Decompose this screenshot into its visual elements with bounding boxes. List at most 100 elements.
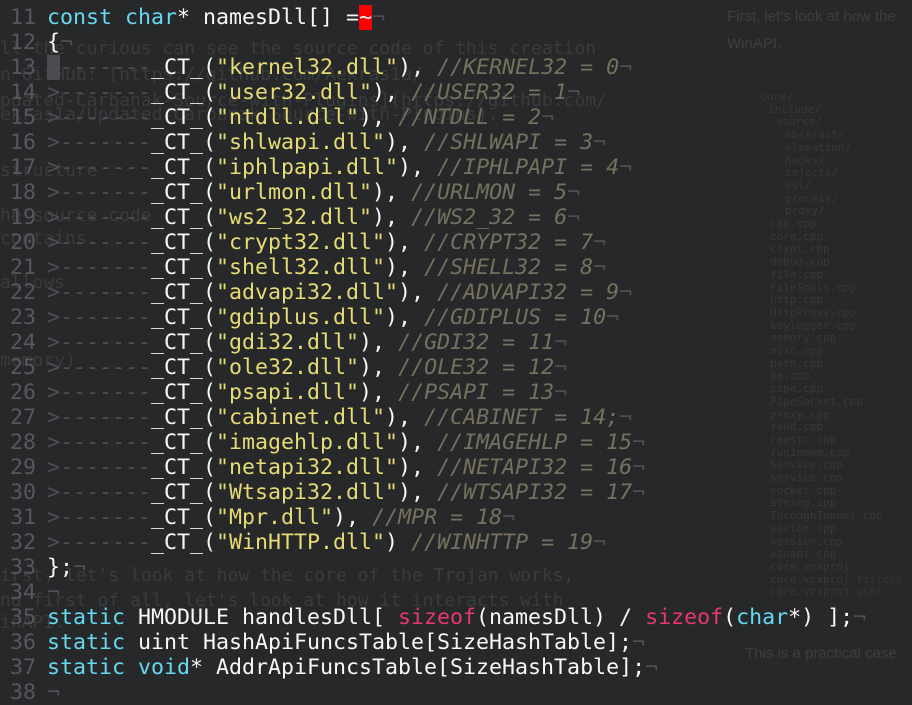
code-token: HMODULE handlesDll[ — [125, 605, 399, 630]
comment-token: //IPHLPAPI = 4 — [437, 155, 620, 180]
line-number: 31 — [9, 505, 36, 530]
line-number: 18 — [9, 180, 36, 205]
line-number: 38 — [9, 680, 36, 705]
comment-token: //GDIPLUS = 10 — [424, 305, 607, 330]
line-number: 28 — [9, 430, 36, 455]
code-token: _CT_( — [151, 155, 217, 180]
code-line: 14 >------- _CT_("user32.dll"), //USER32 =… — [0, 80, 866, 105]
code-line: 23 >------- _CT_("gdiplus.dll"), //GDIPLUS… — [0, 305, 866, 330]
code-token: ), — [385, 255, 425, 280]
tab-marker: >------- — [47, 230, 152, 255]
code-token: }; — [47, 555, 74, 580]
line-number: 33 — [9, 555, 36, 580]
code-token: ), — [385, 130, 425, 155]
tab-marker: >------- — [47, 505, 152, 530]
comment-token: //MPR = 18 — [372, 505, 503, 530]
string-token: "WinHTTP.dll" — [216, 530, 386, 555]
eol-marker: ¬ — [554, 330, 568, 355]
tab-marker: >------- — [47, 155, 152, 180]
tab-marker: >------- — [47, 180, 152, 205]
comment-token: //WTSAPI32 = 17 — [437, 480, 633, 505]
string-token: "netapi32.dll" — [216, 455, 399, 480]
line-number: 17 — [9, 155, 36, 180]
eol-marker: ¬ — [372, 5, 386, 30]
line-number: 19 — [9, 205, 36, 230]
eol-marker: ¬ — [47, 580, 61, 605]
code-line: 34 ¬ — [0, 580, 866, 605]
code-token: ), — [333, 505, 373, 530]
eol-marker: ¬ — [606, 305, 620, 330]
eol-marker: ¬ — [567, 80, 581, 105]
eol-marker: ¬ — [619, 405, 633, 430]
keyword-token: const — [47, 5, 113, 30]
keyword-token: void — [138, 655, 191, 680]
code-token: (namesDll) / — [476, 605, 646, 630]
code-token: ), — [385, 405, 425, 430]
operator-token: sizeof — [645, 605, 724, 630]
comment-token: //PSAPI = 13 — [398, 380, 555, 405]
code-token: ), — [398, 480, 438, 505]
line-number: 34 — [9, 580, 36, 605]
code-token: _CT_( — [151, 530, 217, 555]
string-token: "urlmon.dll" — [216, 180, 373, 205]
code-line: 38 ¬ — [0, 680, 866, 705]
code-line: 17 >------- _CT_("iphlpapi.dll"), //IPHLPA… — [0, 155, 866, 180]
tab-marker: >------- — [47, 55, 152, 80]
tab-marker: >------- — [47, 355, 152, 380]
code-token: ), — [372, 205, 412, 230]
tab-marker: >------- — [47, 480, 152, 505]
tab-marker: >------- — [47, 405, 152, 430]
string-token: "ntdll.dll" — [216, 105, 360, 130]
code-line: 36 static uint HashApiFuncsTable[SizeHash… — [0, 630, 866, 655]
code-token: ), — [385, 305, 425, 330]
line-number: 11 — [9, 5, 36, 30]
string-token: "gdiplus.dll" — [216, 305, 386, 330]
code-line: 31 >------- _CT_("Mpr.dll"), //MPR = 18 ¬ — [0, 505, 866, 530]
tab-marker: >------- — [47, 455, 152, 480]
code-token: ), — [359, 380, 399, 405]
code-token: _CT_( — [151, 255, 217, 280]
comment-token: //WINHTTP = 19 — [411, 530, 594, 555]
code-line: 18 >------- _CT_("urlmon.dll"), //URLMON =… — [0, 180, 866, 205]
code-line: 27 >------- _CT_("cabinet.dll"), //CABINET… — [0, 405, 866, 430]
line-number: 25 — [9, 355, 36, 380]
comment-token: //CABINET = 14; — [424, 405, 620, 430]
line-number: 14 — [9, 80, 36, 105]
code-token: _CT_( — [151, 380, 217, 405]
eol-marker: ¬ — [619, 280, 633, 305]
code-line: 33}; ¬ — [0, 555, 866, 580]
code-line: 16 >------- _CT_("shlwapi.dll"), //SHLWAPI… — [0, 130, 866, 155]
code-token: ), — [398, 55, 438, 80]
code-token: ( — [723, 605, 737, 630]
string-token: "shell32.dll" — [216, 255, 386, 280]
line-number: 35 — [9, 605, 36, 630]
code-line: 11 const char * namesDll[] = ~ ¬ — [0, 5, 866, 30]
line-number: 21 — [9, 255, 36, 280]
line-number: 23 — [9, 305, 36, 330]
eol-marker: ¬ — [593, 530, 607, 555]
code-token: _CT_( — [151, 80, 217, 105]
code-token: * namesDll[] = — [177, 5, 360, 30]
string-token: "shlwapi.dll" — [216, 130, 386, 155]
code-token: { — [47, 30, 61, 55]
eol-marker: ¬ — [632, 630, 646, 655]
code-line: 20 >------- _CT_("crypt32.dll"), //CRYPT32… — [0, 230, 866, 255]
comment-token: //OLE32 = 12 — [398, 355, 555, 380]
eol-marker: ¬ — [567, 205, 581, 230]
keyword-token: static — [47, 630, 126, 655]
comment-token: //USER32 = 1 — [411, 80, 568, 105]
code-line: 25 >------- _CT_("ole32.dll"), //OLE32 = 1… — [0, 355, 866, 380]
tab-marker: >------- — [47, 205, 152, 230]
eol-marker: ¬ — [632, 480, 646, 505]
code-line: 28 >------- _CT_("imagehlp.dll"), //IMAGEH… — [0, 430, 866, 455]
eol-marker: ¬ — [853, 605, 867, 630]
comment-token: //NTDLL = 2 — [398, 105, 542, 130]
code-token: _CT_( — [151, 305, 217, 330]
eol-marker: ¬ — [593, 230, 607, 255]
string-token: "Wtsapi32.dll" — [216, 480, 399, 505]
code-line: 13 >------- _CT_("kernel32.dll"), //KERNEL… — [0, 55, 866, 80]
code-token: _CT_( — [151, 105, 217, 130]
code-editor[interactable]: 11 const char * namesDll[] = ~ ¬ 12{¬ 13 >-----… — [0, 5, 866, 705]
string-token: "ws2_32.dll" — [216, 205, 373, 230]
